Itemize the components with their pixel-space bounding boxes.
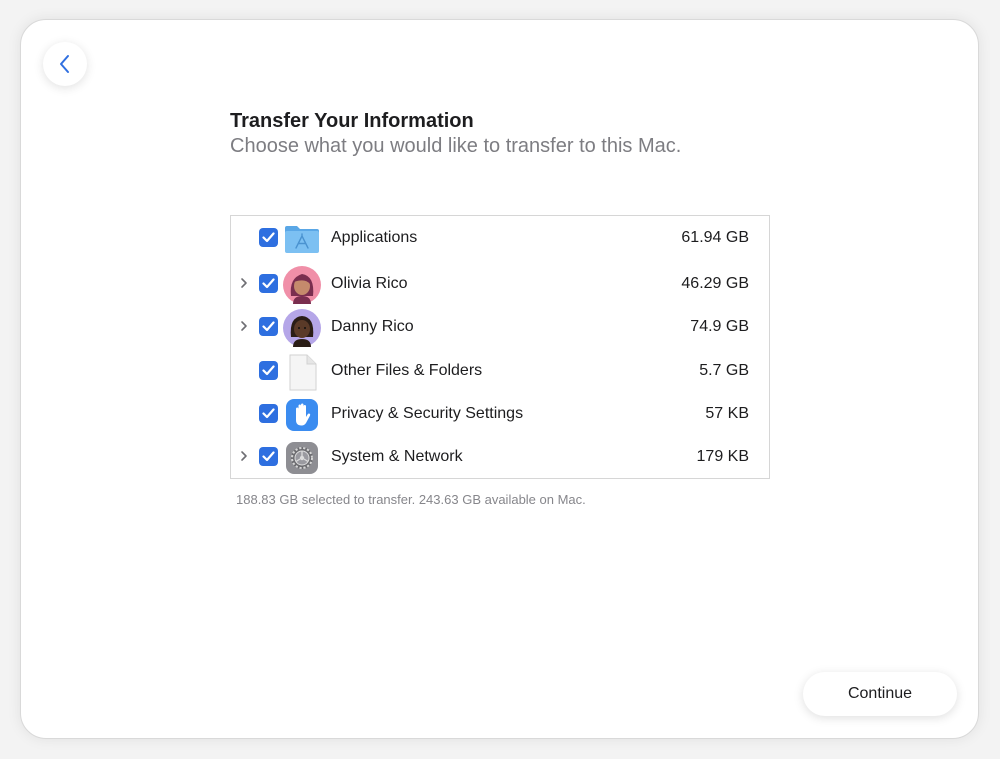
- chevron-right-icon[interactable]: [239, 276, 249, 290]
- list-item[interactable]: Privacy & Security Settings 57 KB: [231, 392, 769, 435]
- checkbox[interactable]: [259, 361, 278, 380]
- danny-memoji-avatar: [283, 309, 321, 347]
- list-item[interactable]: Other Files & Folders 5.7 GB: [231, 349, 769, 392]
- transfer-summary-text: 188.83 GB selected to transfer. 243.63 G…: [236, 492, 586, 507]
- checkbox[interactable]: [259, 228, 278, 247]
- system-gear-icon: [286, 442, 318, 474]
- checkmark-icon: [262, 451, 275, 462]
- list-item[interactable]: Danny Rico 74.9 GB: [231, 305, 769, 348]
- item-size: 74.9 GB: [690, 318, 749, 335]
- item-label: Olivia Rico: [331, 275, 408, 292]
- chevron-right-icon[interactable]: [239, 319, 249, 333]
- chevron-left-icon: [60, 55, 69, 73]
- checkbox[interactable]: [259, 404, 278, 423]
- checkmark-icon: [262, 321, 275, 332]
- applications-folder-icon: [285, 226, 319, 253]
- item-size: 179 KB: [696, 448, 749, 465]
- document-icon: [289, 354, 317, 391]
- checkmark-icon: [262, 365, 275, 376]
- item-size: 57 KB: [705, 405, 749, 422]
- item-label: Privacy & Security Settings: [331, 405, 524, 422]
- item-label: Danny Rico: [331, 318, 414, 335]
- privacy-hand-icon: [286, 399, 318, 431]
- checkmark-icon: [262, 408, 275, 419]
- page-title: Transfer Your Information: [230, 110, 474, 132]
- olivia-memoji-avatar: [283, 266, 321, 304]
- continue-button[interactable]: Continue: [803, 672, 957, 716]
- item-label: System & Network: [331, 448, 463, 465]
- list-item[interactable]: Olivia Rico 46.29 GB: [231, 262, 769, 305]
- list-item[interactable]: System & Network 179 KB: [231, 435, 769, 478]
- item-label: Other Files & Folders: [331, 362, 483, 379]
- checkbox[interactable]: [259, 447, 278, 466]
- list-item[interactable]: Applications 61.94 GB: [231, 216, 769, 259]
- checkmark-icon: [262, 278, 275, 289]
- checkbox[interactable]: [259, 274, 278, 293]
- item-label: Applications: [331, 229, 418, 246]
- item-size: 5.7 GB: [699, 362, 749, 379]
- checkmark-icon: [262, 232, 275, 243]
- item-size: 61.94 GB: [681, 229, 749, 246]
- back-button[interactable]: [43, 42, 87, 86]
- transfer-items-list: Applications 61.94 GB Olivia Rico 46.29 …: [230, 215, 770, 479]
- item-size: 46.29 GB: [681, 275, 749, 292]
- checkbox[interactable]: [259, 317, 278, 336]
- page-subtitle: Choose what you would like to transfer t…: [230, 135, 682, 157]
- chevron-right-icon[interactable]: [239, 449, 249, 463]
